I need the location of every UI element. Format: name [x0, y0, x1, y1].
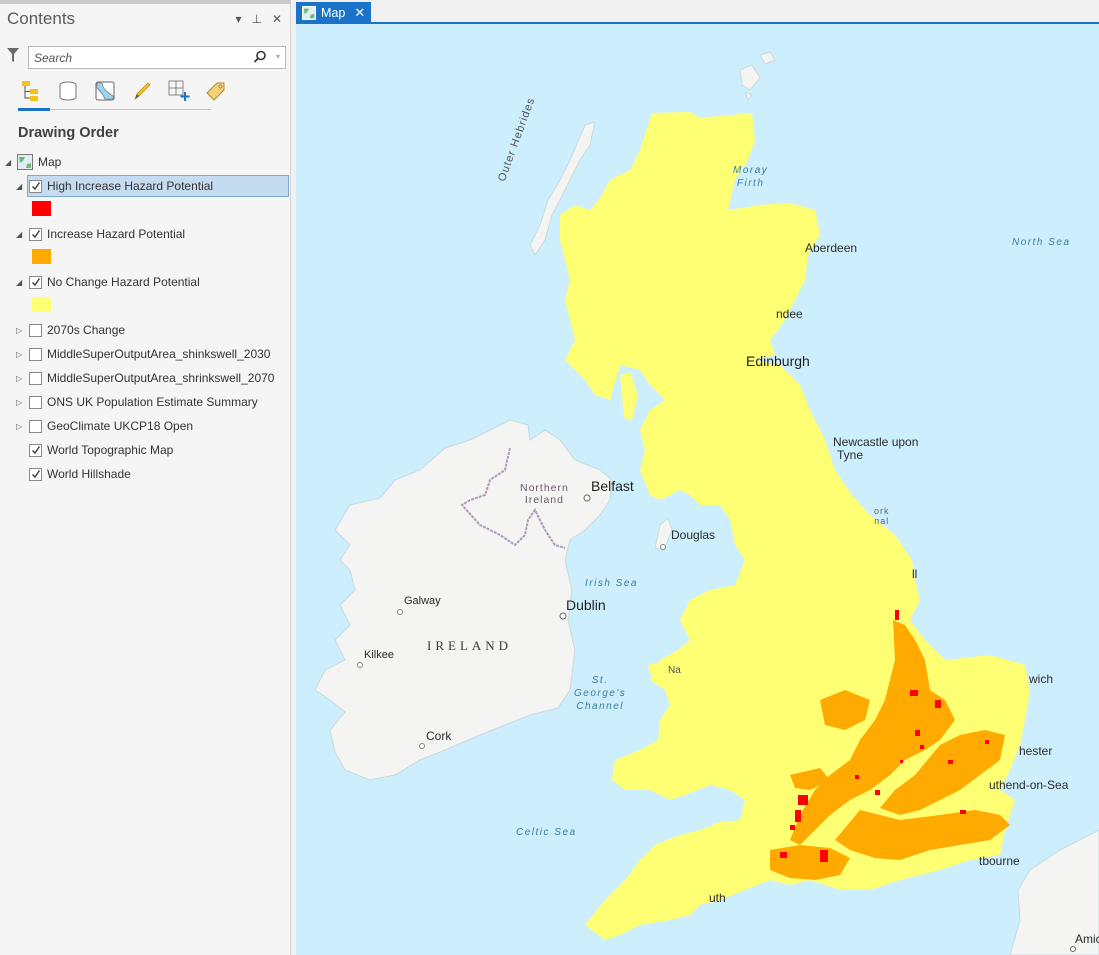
close-icon[interactable]: ✕ — [272, 12, 282, 26]
expand-arrow-icon[interactable]: ▷ — [16, 350, 26, 359]
layer-row-msoa-2070[interactable]: ▷ MiddleSuperOutputArea_shrinkswell_2070 — [0, 366, 290, 390]
list-by-selection-icon[interactable] — [92, 78, 118, 104]
search-box: ▾ — [28, 46, 286, 69]
layer-row-world-hillshade[interactable]: World Hillshade — [0, 462, 290, 486]
collapse-arrow-icon[interactable]: ◢ — [5, 158, 15, 167]
layer-visibility-checkbox[interactable] — [29, 443, 42, 457]
view-tabbar: Map ✕ — [296, 0, 1099, 24]
expand-arrow-icon[interactable]: ▷ — [16, 398, 26, 407]
layer-row-msoa-2030[interactable]: ▷ MiddleSuperOutputArea_shinkswell_2030 — [0, 342, 290, 366]
contents-pane: Contents ▾ ⊥ ✕ ▾ — [0, 0, 291, 955]
expand-arrow-icon[interactable]: ▷ — [16, 326, 26, 335]
amiens-marker — [1070, 946, 1076, 952]
map-view[interactable]: Moray Firth North Sea Irish Sea St. Geor… — [296, 24, 1099, 955]
layer-label: MiddleSuperOutputArea_shinkswell_2030 — [47, 347, 271, 361]
contents-toolbar — [18, 78, 229, 104]
search-input[interactable] — [29, 47, 229, 68]
map-label: Map — [38, 155, 62, 169]
tab-map[interactable]: Map ✕ — [296, 2, 371, 24]
pin-icon[interactable]: ⊥ — [251, 12, 261, 26]
legend-swatch-increase — [32, 249, 51, 264]
cork-marker — [419, 743, 425, 749]
layer-visibility-checkbox[interactable] — [29, 395, 42, 409]
layer-row-world-topographic[interactable]: World Topographic Map — [0, 438, 290, 462]
layer-label: ONS UK Population Estimate Summary — [47, 395, 258, 409]
city-markers — [357, 494, 1076, 952]
dublin-marker — [559, 612, 567, 620]
list-by-editing-icon[interactable] — [129, 78, 155, 104]
active-view-indicator — [18, 108, 50, 111]
list-by-drawing-order-icon[interactable] — [18, 78, 44, 104]
douglas-marker — [660, 544, 666, 550]
legend-swatch-no-change — [32, 297, 51, 312]
tab-label: Map — [321, 6, 346, 20]
tree-item-map[interactable]: ◢ Map — [0, 150, 290, 174]
layer-row-increase[interactable]: ◢ Increase Hazard Potential — [0, 222, 290, 246]
layer-row-ons-population[interactable]: ▷ ONS UK Population Estimate Summary — [0, 390, 290, 414]
layer-label: World Topographic Map — [47, 443, 174, 457]
expand-arrow-icon[interactable]: ▷ — [16, 374, 26, 383]
layer-row-geoclimate[interactable]: ▷ GeoClimate UKCP18 Open — [0, 414, 290, 438]
map-icon — [17, 154, 33, 170]
layer-row-2070s-change[interactable]: ▷ 2070s Change — [0, 318, 290, 342]
layer-label: High Increase Hazard Potential — [47, 179, 214, 193]
pane-title: Contents — [7, 9, 76, 28]
arcgis-pro-window: Contents ▾ ⊥ ✕ ▾ — [0, 0, 1099, 955]
layer-row-no-change[interactable]: ◢ No Change Hazard Potential — [0, 270, 290, 294]
section-title: Drawing Order — [18, 125, 119, 141]
pane-menu-icon[interactable]: ▾ — [235, 12, 241, 26]
layer-label: Increase Hazard Potential — [47, 227, 186, 241]
close-tab-icon[interactable]: ✕ — [354, 5, 365, 21]
galway-marker — [397, 609, 403, 615]
legend-row — [0, 246, 290, 270]
list-by-labeling-icon[interactable] — [203, 78, 229, 104]
legend-row — [0, 294, 290, 318]
list-by-snapping-icon[interactable] — [166, 78, 192, 104]
toolbar-divider — [18, 108, 211, 111]
map-tab-icon — [302, 6, 316, 20]
layer-tree: ◢ Map ◢ High Increase Hazard Potential ◢… — [0, 150, 290, 486]
layer-label: MiddleSuperOutputArea_shrinkswell_2070 — [47, 371, 275, 385]
belfast-marker — [583, 494, 591, 502]
layer-row-high-increase[interactable]: ◢ High Increase Hazard Potential — [0, 174, 290, 198]
layer-label: No Change Hazard Potential — [47, 275, 200, 289]
layer-label: 2070s Change — [47, 323, 126, 337]
expand-arrow-icon[interactable]: ▷ — [16, 422, 26, 431]
layer-visibility-checkbox[interactable] — [29, 179, 42, 193]
layer-visibility-checkbox[interactable] — [29, 419, 42, 433]
collapse-arrow-icon[interactable]: ◢ — [16, 230, 26, 239]
layer-visibility-checkbox[interactable] — [29, 467, 42, 481]
layer-visibility-checkbox[interactable] — [29, 227, 42, 241]
layer-label: World Hillshade — [47, 467, 131, 481]
filter-icon[interactable] — [6, 47, 20, 63]
kilkee-marker — [357, 662, 363, 668]
layer-label: GeoClimate UKCP18 Open — [47, 419, 194, 433]
layer-visibility-checkbox[interactable] — [29, 275, 42, 289]
legend-row — [0, 198, 290, 222]
search-options-dropdown[interactable]: ▾ — [276, 52, 280, 61]
collapse-arrow-icon[interactable]: ◢ — [16, 278, 26, 287]
pane-controls: ▾ ⊥ ✕ — [235, 12, 282, 26]
list-by-data-source-icon[interactable] — [55, 78, 81, 104]
layer-visibility-checkbox[interactable] — [29, 371, 42, 385]
legend-swatch-high-increase — [32, 201, 51, 216]
layer-visibility-checkbox[interactable] — [29, 323, 42, 337]
layer-visibility-checkbox[interactable] — [29, 347, 42, 361]
search-icon[interactable] — [253, 50, 267, 64]
collapse-arrow-icon[interactable]: ◢ — [16, 182, 26, 191]
